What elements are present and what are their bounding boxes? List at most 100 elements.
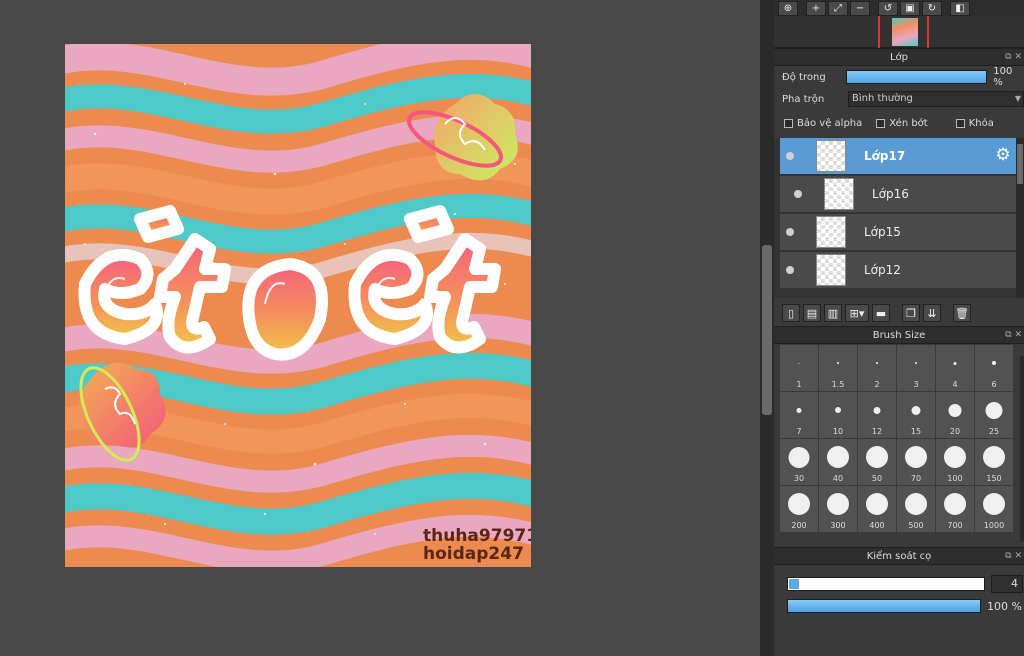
brush-control-panel: Kiểm soát cọ ⧉ ✕ 4 100 %: [774, 547, 1024, 617]
brush-size-option[interactable]: 20: [936, 392, 974, 438]
popout-icon[interactable]: ⧉ ✕: [1005, 52, 1022, 62]
layer-thumbnail: [816, 254, 846, 286]
layer-name: Lớp16: [872, 187, 909, 201]
brush-size-option[interactable]: 4: [936, 345, 974, 391]
blend-label: Pha trộn: [782, 93, 825, 105]
layer-row-15[interactable]: Lớp15: [780, 214, 1016, 251]
brush-size-option[interactable]: 400: [858, 486, 896, 532]
layer-row-17[interactable]: Lớp17 ⚙: [780, 138, 1016, 175]
brush-size-option[interactable]: 500: [897, 486, 935, 532]
brush-size-option[interactable]: 150: [975, 439, 1013, 485]
blend-mode-select[interactable]: Bình thường ▼: [848, 91, 1024, 107]
watermark: thuha97971 hoidap247: [423, 527, 531, 563]
merge-icon[interactable]: ⇊: [923, 304, 941, 322]
brush-dot-icon: [915, 362, 917, 364]
layer-list-scrollbar[interactable]: [1016, 138, 1024, 298]
brush-size-option[interactable]: 1.5: [819, 345, 857, 391]
brush-size-label: 2: [874, 380, 880, 389]
checkbox-icon: [876, 118, 886, 128]
duplicate-icon[interactable]: ❐: [902, 304, 920, 322]
brush-dot-icon: [866, 446, 888, 468]
trash-icon[interactable]: 🗑: [953, 304, 971, 322]
zoom-fit-icon[interactable]: ⊕: [778, 0, 798, 16]
brush-size-option[interactable]: 50: [858, 439, 896, 485]
clipping-checkbox[interactable]: Xén bớt: [876, 118, 928, 129]
visibility-icon[interactable]: [786, 266, 794, 274]
brush-size-grid: 1 1.5 2 3 4 6 7 10 12 15 20 25 30 40 50 70 100 150 200 300 4…: [774, 344, 1024, 532]
fullscreen-icon[interactable]: ▣: [900, 0, 920, 16]
brush-size-option[interactable]: 25: [975, 392, 1013, 438]
brush-size-option[interactable]: 7: [780, 392, 818, 438]
protect-alpha-checkbox[interactable]: Bảo vệ alpha: [784, 118, 862, 129]
brush-control-header: Kiểm soát cọ ⧉ ✕: [774, 547, 1024, 565]
brush-size-option[interactable]: 10: [819, 392, 857, 438]
brush-size-option[interactable]: 15: [897, 392, 935, 438]
brush-size-option[interactable]: 300: [819, 486, 857, 532]
flip-icon[interactable]: ◧: [950, 0, 970, 16]
brush-size-label: 200: [791, 521, 807, 530]
canvas-scrollbar[interactable]: [760, 0, 774, 656]
canvas-area[interactable]: thuha97971 hoidap247: [0, 0, 760, 656]
brush-size-option[interactable]: 3: [897, 345, 935, 391]
brush-size-input[interactable]: 4: [991, 575, 1023, 593]
zoom-out-icon[interactable]: −: [850, 0, 870, 16]
brush-grid-scrollbar[interactable]: [1020, 356, 1024, 542]
zoom-in-icon[interactable]: +: [806, 0, 826, 16]
layer-thumbnail: [816, 216, 846, 248]
brush-size-label: 20: [949, 427, 961, 436]
brush-dot-icon: [944, 446, 966, 468]
brush-dot-icon: [985, 401, 1003, 419]
brush-dot-icon: [827, 493, 849, 515]
canvas-scrollbar-thumb[interactable]: [762, 245, 772, 415]
navigator[interactable]: [774, 16, 1024, 48]
brush-size-option[interactable]: 200: [780, 486, 818, 532]
folder-icon[interactable]: ▬: [872, 304, 890, 322]
brush-size-slider-knob[interactable]: [789, 579, 799, 589]
opacity-slider[interactable]: [845, 70, 988, 84]
rotate-right-icon[interactable]: ↻: [922, 0, 942, 16]
layer-name: Lớp12: [864, 263, 901, 277]
new-layer-icon[interactable]: ▥: [824, 304, 842, 322]
brush-size-option[interactable]: 2: [858, 345, 896, 391]
rotate-left-icon[interactable]: ↺: [878, 0, 898, 16]
brush-size-option[interactable]: 70: [897, 439, 935, 485]
layer-thumbnail: [824, 178, 854, 210]
popout-icon[interactable]: ⧉ ✕: [1005, 551, 1022, 561]
visibility-icon[interactable]: [786, 228, 794, 236]
fit-screen-icon[interactable]: ⤢: [828, 0, 848, 16]
brush-dot-icon: [911, 405, 921, 415]
brush-size-option[interactable]: 100: [936, 439, 974, 485]
brush-opacity-slider[interactable]: [787, 599, 981, 613]
layer-list-scrollbar-thumb[interactable]: [1017, 144, 1023, 184]
layer-panel-title: Lớp: [889, 51, 909, 63]
layer-row-12[interactable]: Lớp12: [780, 252, 1016, 289]
brush-dot-icon: [983, 446, 1005, 468]
brush-opacity-slider-row: 100 %: [774, 595, 1024, 617]
new-layer-icon[interactable]: ▯: [782, 304, 800, 322]
brush-size-header: Brush Size ⧉ ✕: [774, 326, 1024, 344]
view-toolbar: ⊕ + ⤢ − ↺ ▣ ↻ ◧: [774, 0, 1024, 16]
brush-size-option[interactable]: 1000: [975, 486, 1013, 532]
lock-checkbox[interactable]: Khóa: [955, 118, 994, 129]
artwork-illustration: [65, 44, 531, 567]
artwork-canvas[interactable]: thuha97971 hoidap247: [65, 44, 531, 567]
brush-size-label: 1000: [983, 521, 1005, 530]
brush-size-option[interactable]: 40: [819, 439, 857, 485]
brush-size-option[interactable]: 1: [780, 345, 818, 391]
brush-size-option[interactable]: 6: [975, 345, 1013, 391]
add-layer-menu-icon[interactable]: ⊞▾: [845, 304, 869, 322]
brush-size-option[interactable]: 700: [936, 486, 974, 532]
popout-icon[interactable]: ⧉ ✕: [1005, 330, 1022, 340]
layer-panel-header: Lớp ⧉ ✕: [774, 48, 1024, 66]
brush-size-slider[interactable]: [787, 577, 985, 591]
layer-name: Lớp17: [864, 149, 906, 163]
navigator-thumbnail: [892, 18, 918, 46]
brush-size-option[interactable]: 12: [858, 392, 896, 438]
visibility-icon[interactable]: [794, 190, 802, 198]
visibility-icon[interactable]: [786, 152, 794, 160]
layer-row-16[interactable]: Lớp16: [780, 176, 1016, 213]
gear-icon[interactable]: ⚙: [994, 146, 1012, 164]
brush-size-option[interactable]: 30: [780, 439, 818, 485]
brush-size-label: 15: [910, 427, 922, 436]
new-layer-icon[interactable]: ▤: [803, 304, 821, 322]
